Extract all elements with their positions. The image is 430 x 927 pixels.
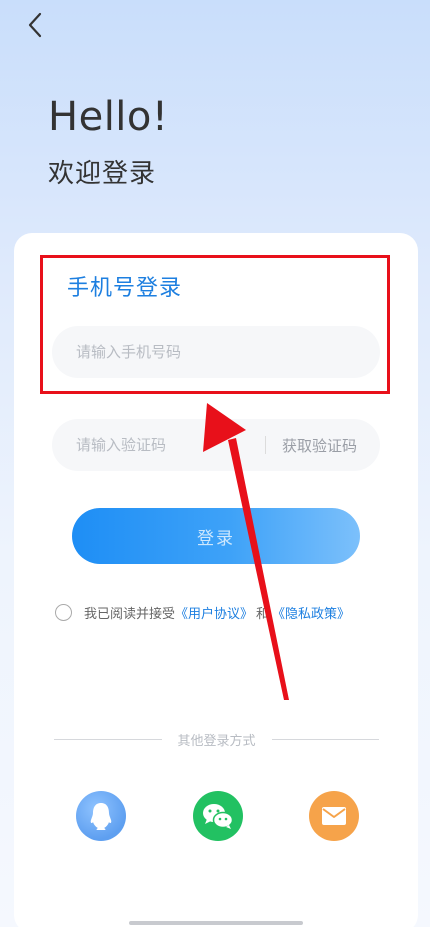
divider-line-left	[54, 738, 162, 740]
other-login-label: 其他登录方式	[177, 733, 256, 749]
agreement-row: 我已阅读并接受 《用户协议》 和 《隐私政策》	[55, 602, 350, 622]
divider-line-right	[271, 738, 380, 740]
other-login-divider: 其他登录方式	[54, 730, 380, 749]
wechat-login-button[interactable]	[193, 791, 243, 841]
divider	[265, 436, 266, 454]
qq-icon	[90, 803, 112, 830]
user-agreement-link[interactable]: 《用户协议》	[175, 603, 253, 622]
login-button[interactable]: 登录	[72, 508, 360, 564]
wechat-icon	[203, 804, 234, 829]
agreement-checkbox[interactable]	[55, 603, 72, 621]
chevron-left-icon	[28, 12, 42, 38]
verification-code-input[interactable]	[52, 436, 257, 454]
code-field[interactable]: 获取验证码	[52, 419, 380, 471]
mail-icon	[322, 807, 346, 825]
hero-title: Hello!	[48, 94, 169, 140]
qq-login-button[interactable]	[76, 791, 126, 841]
annotation-highlight-box	[40, 255, 390, 394]
privacy-policy-link[interactable]: 《隐私政策》	[272, 603, 350, 622]
back-button[interactable]	[20, 10, 50, 40]
agreement-prefix: 我已阅读并接受	[84, 606, 176, 622]
email-login-button[interactable]	[309, 791, 359, 841]
agreement-conjunction: 和	[256, 606, 270, 622]
home-indicator	[129, 921, 303, 925]
hero-subtitle: 欢迎登录	[48, 159, 157, 189]
get-code-button[interactable]: 获取验证码	[282, 435, 357, 456]
